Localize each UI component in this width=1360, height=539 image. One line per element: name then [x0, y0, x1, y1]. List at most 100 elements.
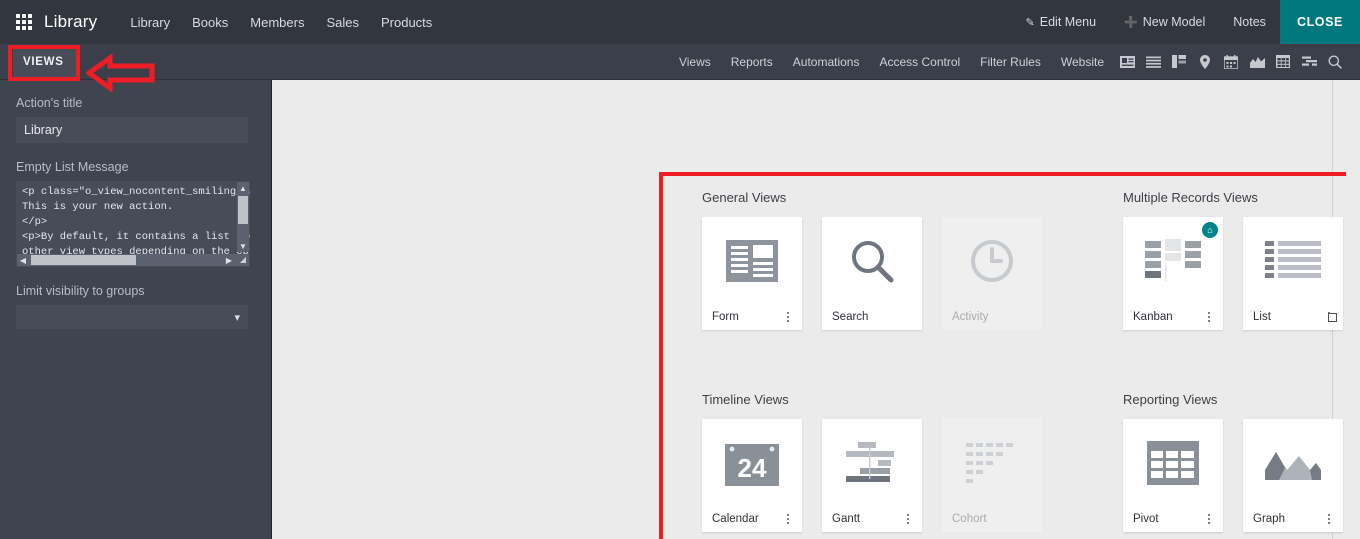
card-label-activity: Activity	[952, 311, 989, 323]
menu-item-members[interactable]: Members	[239, 0, 315, 44]
views-settings-sidebar: Action's title Empty List Message <p cla…	[0, 80, 272, 539]
subtab-filter-rules[interactable]: Filter Rules	[970, 44, 1051, 80]
card-label-graph: Graph	[1253, 513, 1285, 525]
card-label-kanban: Kanban	[1133, 311, 1173, 323]
menu-item-sales[interactable]: Sales	[315, 0, 370, 44]
card-footer-calendar: Calendar	[702, 506, 802, 532]
view-card-pivot[interactable]: Pivot	[1123, 419, 1223, 532]
view-card-cohort: Cohort	[942, 419, 1042, 532]
menu-item-products[interactable]: Products	[370, 0, 443, 44]
card-label-list: List	[1253, 311, 1271, 323]
card-menu-graph[interactable]	[1323, 511, 1335, 527]
list-view-icon[interactable]	[1140, 44, 1166, 80]
horizontal-scroll-thumb[interactable]	[31, 255, 136, 265]
view-card-form[interactable]: Form	[702, 217, 802, 330]
group-general-views: General Views Form Search Activity	[702, 190, 1042, 330]
card-footer-activity: Activity	[942, 304, 1042, 330]
plus-icon: ➕	[1124, 16, 1138, 29]
panel-resize-handle[interactable]	[1328, 313, 1337, 322]
card-menu-form[interactable]	[782, 309, 794, 325]
default-view-home-icon: ⌂	[1202, 222, 1218, 238]
action-title-label: Action's title	[16, 96, 83, 110]
chevron-down-icon: ▾	[234, 311, 240, 324]
edit-menu-button[interactable]: ✎ Edit Menu	[1012, 0, 1111, 44]
group-reporting-views: Reporting Views Pivot Graph	[1123, 392, 1343, 532]
search-icon[interactable]	[1322, 44, 1348, 80]
subtab-views[interactable]: Views	[669, 44, 721, 80]
view-card-graph[interactable]: Graph	[1243, 419, 1343, 532]
new-model-button[interactable]: ➕ New Model	[1110, 0, 1219, 44]
view-card-activity: Activity	[942, 217, 1042, 330]
card-label-pivot: Pivot	[1133, 513, 1159, 525]
group-title-timeline: Timeline Views	[702, 392, 789, 407]
card-footer-form: Form	[702, 304, 802, 330]
group-title-multiple-records: Multiple Records Views	[1123, 190, 1258, 205]
pivot-view-icon[interactable]	[1270, 44, 1296, 80]
gantt-view-icon[interactable]	[1296, 44, 1322, 80]
close-button[interactable]: CLOSE	[1279, 0, 1360, 44]
vertical-scroll-thumb[interactable]	[238, 196, 248, 224]
textarea-resize-grip[interactable]: ◢	[237, 254, 249, 266]
card-footer-pivot: Pivot	[1123, 506, 1223, 532]
card-row-timeline: 24 Calendar Gantt Cohort	[702, 419, 1042, 532]
card-menu-gantt[interactable]	[902, 511, 914, 527]
card-footer-cohort: Cohort	[942, 506, 1042, 532]
pivot-thumb-icon	[1123, 419, 1223, 506]
gantt-thumb-icon	[822, 419, 922, 506]
scroll-right-arrow-icon[interactable]: ▶	[223, 254, 235, 266]
card-row-multiple-records: ⌂ Kanban List	[1123, 217, 1346, 330]
scroll-left-arrow-icon[interactable]: ◀	[17, 254, 29, 266]
scroll-up-arrow-icon[interactable]: ▲	[237, 182, 249, 194]
card-menu-kanban[interactable]	[1203, 309, 1215, 325]
scroll-down-arrow-icon[interactable]: ▼	[237, 240, 249, 252]
edit-menu-label: Edit Menu	[1039, 15, 1097, 29]
secondary-toolbar: Views Reports Automations Access Control…	[0, 44, 1360, 80]
group-multiple-records-views: Multiple Records Views ⌂ Kanban List	[1123, 190, 1346, 330]
apps-grid-icon[interactable]	[16, 14, 32, 30]
textarea-vertical-scrollbar[interactable]: ▲ ▼	[237, 182, 249, 252]
map-view-icon[interactable]	[1192, 44, 1218, 80]
cohort-thumb-icon	[942, 419, 1042, 506]
group-title-general: General Views	[702, 190, 787, 205]
card-row-general: Form Search Activity	[702, 217, 1042, 330]
card-row-reporting: Pivot Graph	[1123, 419, 1343, 532]
menu-item-library[interactable]: Library	[119, 0, 181, 44]
top-navbar: Library Library Books Members Sales Prod…	[0, 0, 1360, 44]
view-type-icon-row	[1114, 44, 1360, 80]
view-card-gantt[interactable]: Gantt	[822, 419, 922, 532]
calendar-view-icon[interactable]	[1218, 44, 1244, 80]
card-menu-pivot[interactable]	[1203, 511, 1215, 527]
pencil-icon: ✎	[1025, 16, 1035, 29]
brand-title: Library	[44, 12, 98, 31]
limit-visibility-select[interactable]: ▾	[16, 305, 248, 329]
action-title-input[interactable]	[16, 117, 248, 143]
list-thumb-icon	[1243, 217, 1343, 304]
sidebar-tab-views[interactable]: VIEWS	[13, 45, 77, 79]
subtab-access-control[interactable]: Access Control	[869, 44, 970, 80]
view-card-kanban[interactable]: ⌂ Kanban	[1123, 217, 1223, 330]
menu-item-books[interactable]: Books	[181, 0, 239, 44]
textarea-horizontal-scrollbar[interactable]: ◀ ▶	[17, 254, 249, 266]
card-label-cohort: Cohort	[952, 513, 987, 525]
subtab-automations[interactable]: Automations	[783, 44, 870, 80]
limit-visibility-label: Limit visibility to groups	[16, 284, 145, 298]
notes-button[interactable]: Notes	[1219, 0, 1280, 44]
card-label-search: Search	[832, 311, 869, 323]
card-footer-kanban: Kanban	[1123, 304, 1223, 330]
form-thumb-icon	[702, 217, 802, 304]
view-card-search[interactable]: Search	[822, 217, 922, 330]
card-footer-gantt: Gantt	[822, 506, 922, 532]
card-footer-search: Search	[822, 304, 922, 330]
form-view-icon[interactable]	[1114, 44, 1140, 80]
card-menu-calendar[interactable]	[782, 511, 794, 527]
subtab-reports[interactable]: Reports	[721, 44, 783, 80]
subtab-website[interactable]: Website	[1051, 44, 1114, 80]
card-footer-graph: Graph	[1243, 506, 1343, 532]
card-label-calendar: Calendar	[712, 513, 759, 525]
kanban-view-icon[interactable]	[1166, 44, 1192, 80]
view-card-calendar[interactable]: 24 Calendar	[702, 419, 802, 532]
search-thumb-icon	[822, 217, 922, 304]
activity-clock-thumb-icon	[942, 217, 1042, 304]
graph-view-icon[interactable]	[1244, 44, 1270, 80]
group-title-reporting: Reporting Views	[1123, 392, 1218, 407]
